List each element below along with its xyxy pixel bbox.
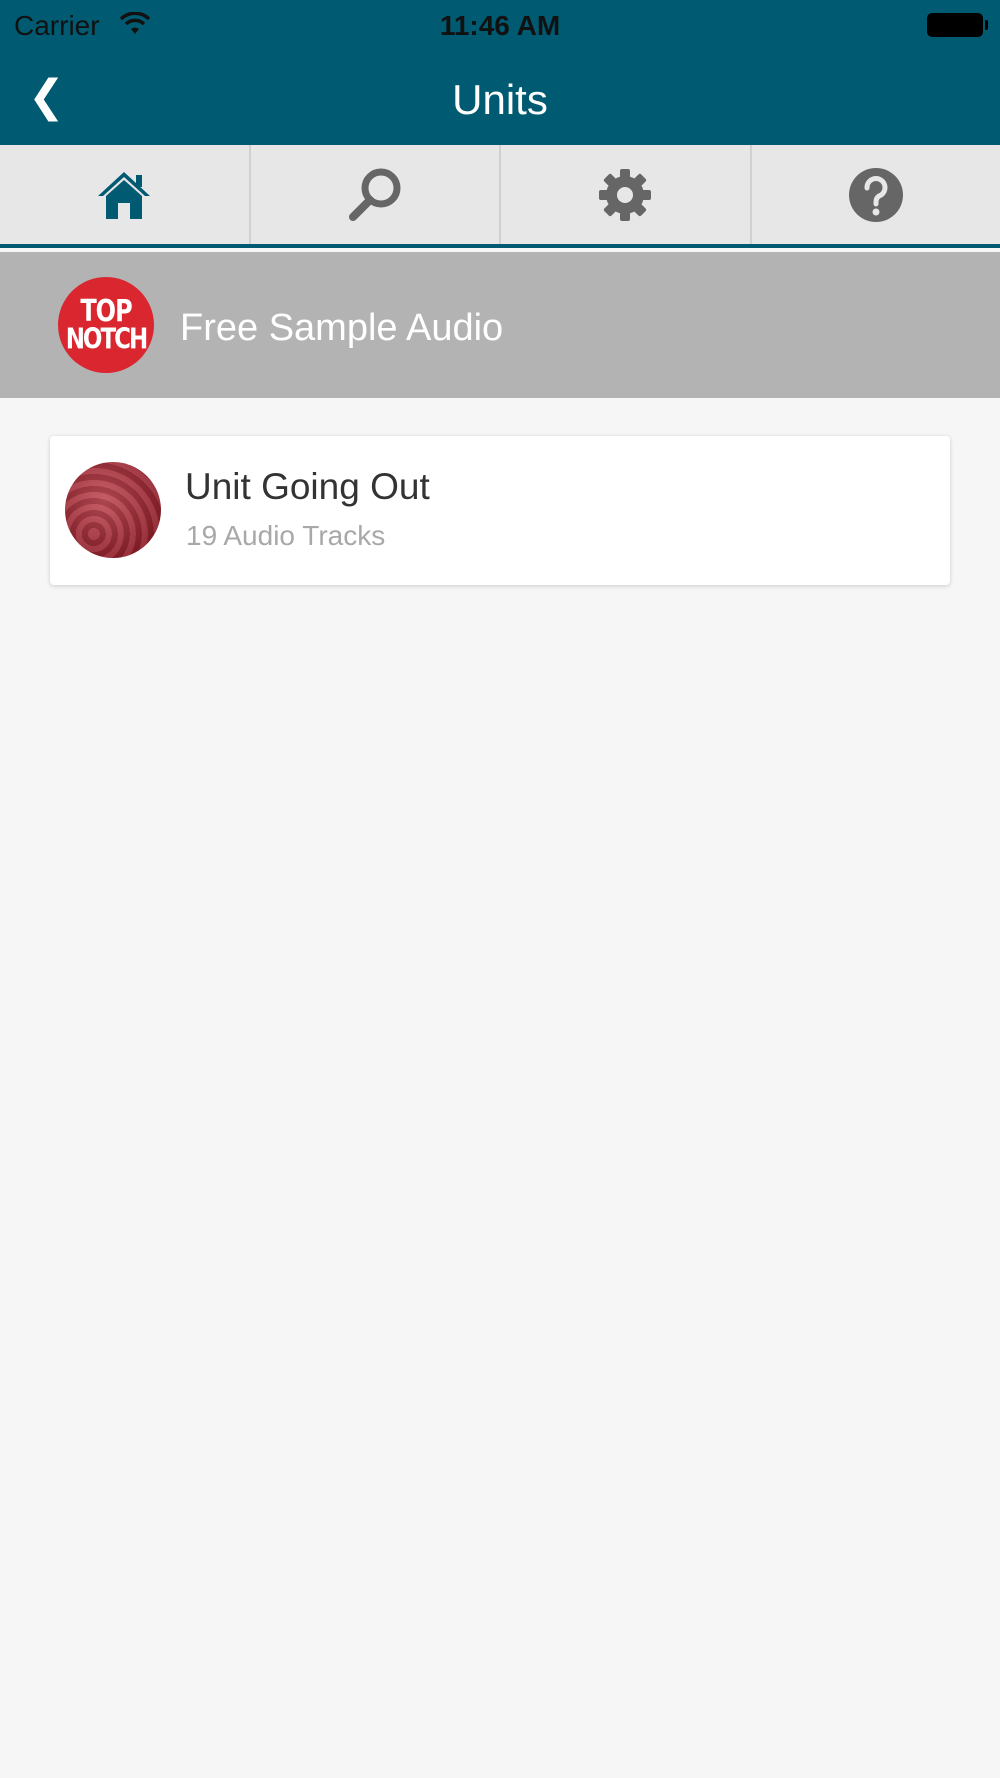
search-icon — [348, 168, 401, 221]
tab-settings[interactable] — [501, 145, 752, 244]
logo-line2: NOTCH — [65, 323, 149, 356]
tab-help[interactable] — [752, 145, 1000, 244]
tab-bar — [0, 145, 1000, 248]
unit-card[interactable]: Unit Going Out 19 Audio Tracks — [50, 436, 950, 585]
battery-icon — [927, 13, 988, 37]
unit-track-count: 19 Audio Tracks — [186, 520, 386, 551]
top-notch-logo: TOP NOTCH — [58, 277, 154, 373]
app-header: Carrier 11:46 AM ❮ Units — [0, 0, 1000, 145]
unit-thumbnail — [65, 462, 161, 558]
unit-title: Unit Going Out — [185, 466, 430, 507]
status-time: 11:46 AM — [439, 10, 561, 41]
tab-search[interactable] — [251, 145, 501, 244]
tab-home[interactable] — [0, 145, 251, 244]
home-icon — [98, 171, 151, 219]
logo-line1: TOP — [80, 293, 132, 328]
collection-banner: TOP NOTCH Free Sample Audio — [0, 252, 1000, 398]
banner-title: Free Sample Audio — [180, 307, 504, 349]
help-icon — [848, 167, 903, 222]
status-bar: Carrier 11:46 AM — [0, 0, 1000, 50]
gear-icon — [599, 168, 652, 221]
page-title: Units — [452, 76, 548, 123]
